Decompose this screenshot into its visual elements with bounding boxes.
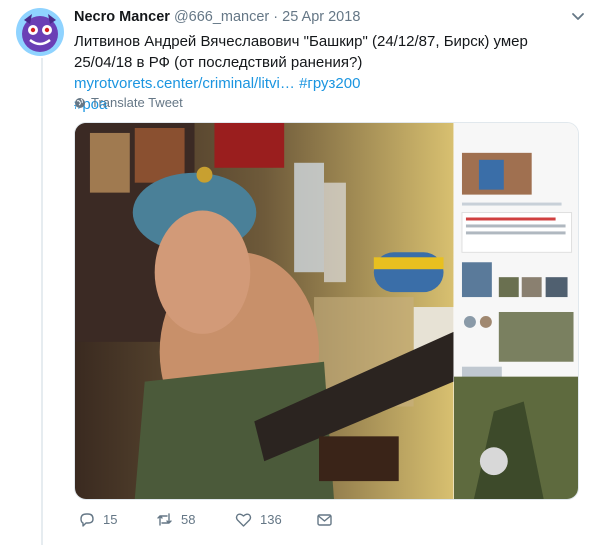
thread-line <box>41 58 43 545</box>
reply-button[interactable]: 15 <box>78 511 117 528</box>
retweet-count: 58 <box>181 512 196 527</box>
photo-collage[interactable] <box>453 123 579 499</box>
separator-dot: · <box>273 9 279 25</box>
tweet-media[interactable] <box>74 122 579 500</box>
reply-count: 15 <box>103 512 118 527</box>
display-name[interactable]: Necro Mancer <box>74 9 170 25</box>
translate-tweet-link[interactable]: Translate Tweet <box>74 95 183 110</box>
tweet-link[interactable]: myrotvorets.center/criminal/litvi… <box>74 75 295 92</box>
user-handle[interactable]: @666_mancer <box>174 9 269 25</box>
message-button[interactable] <box>316 511 333 528</box>
like-button[interactable]: 136 <box>235 511 282 528</box>
hashtag-gruz200[interactable]: #груз200 <box>299 75 360 92</box>
like-count: 136 <box>260 512 282 527</box>
tweet-body: Литвинов Андрей Вячеславович "Башкир" (2… <box>74 33 528 71</box>
message-icon <box>317 514 332 526</box>
photo-soldier[interactable] <box>75 123 454 499</box>
tweet-header: Necro Mancer @666_mancer · 25 Apr 2018 <box>74 8 360 26</box>
chevron-down-icon[interactable] <box>571 12 585 22</box>
avatar[interactable] <box>16 8 64 56</box>
retweet-button[interactable]: 58 <box>156 511 195 528</box>
like-icon <box>235 513 252 527</box>
translate-label: Translate Tweet <box>91 95 183 110</box>
retweet-icon <box>157 513 172 526</box>
tweet-actions: 15 58 136 <box>74 511 374 535</box>
globe-icon <box>75 97 85 108</box>
tweet-date[interactable]: 25 Apr 2018 <box>282 9 360 25</box>
reply-icon <box>80 513 94 527</box>
